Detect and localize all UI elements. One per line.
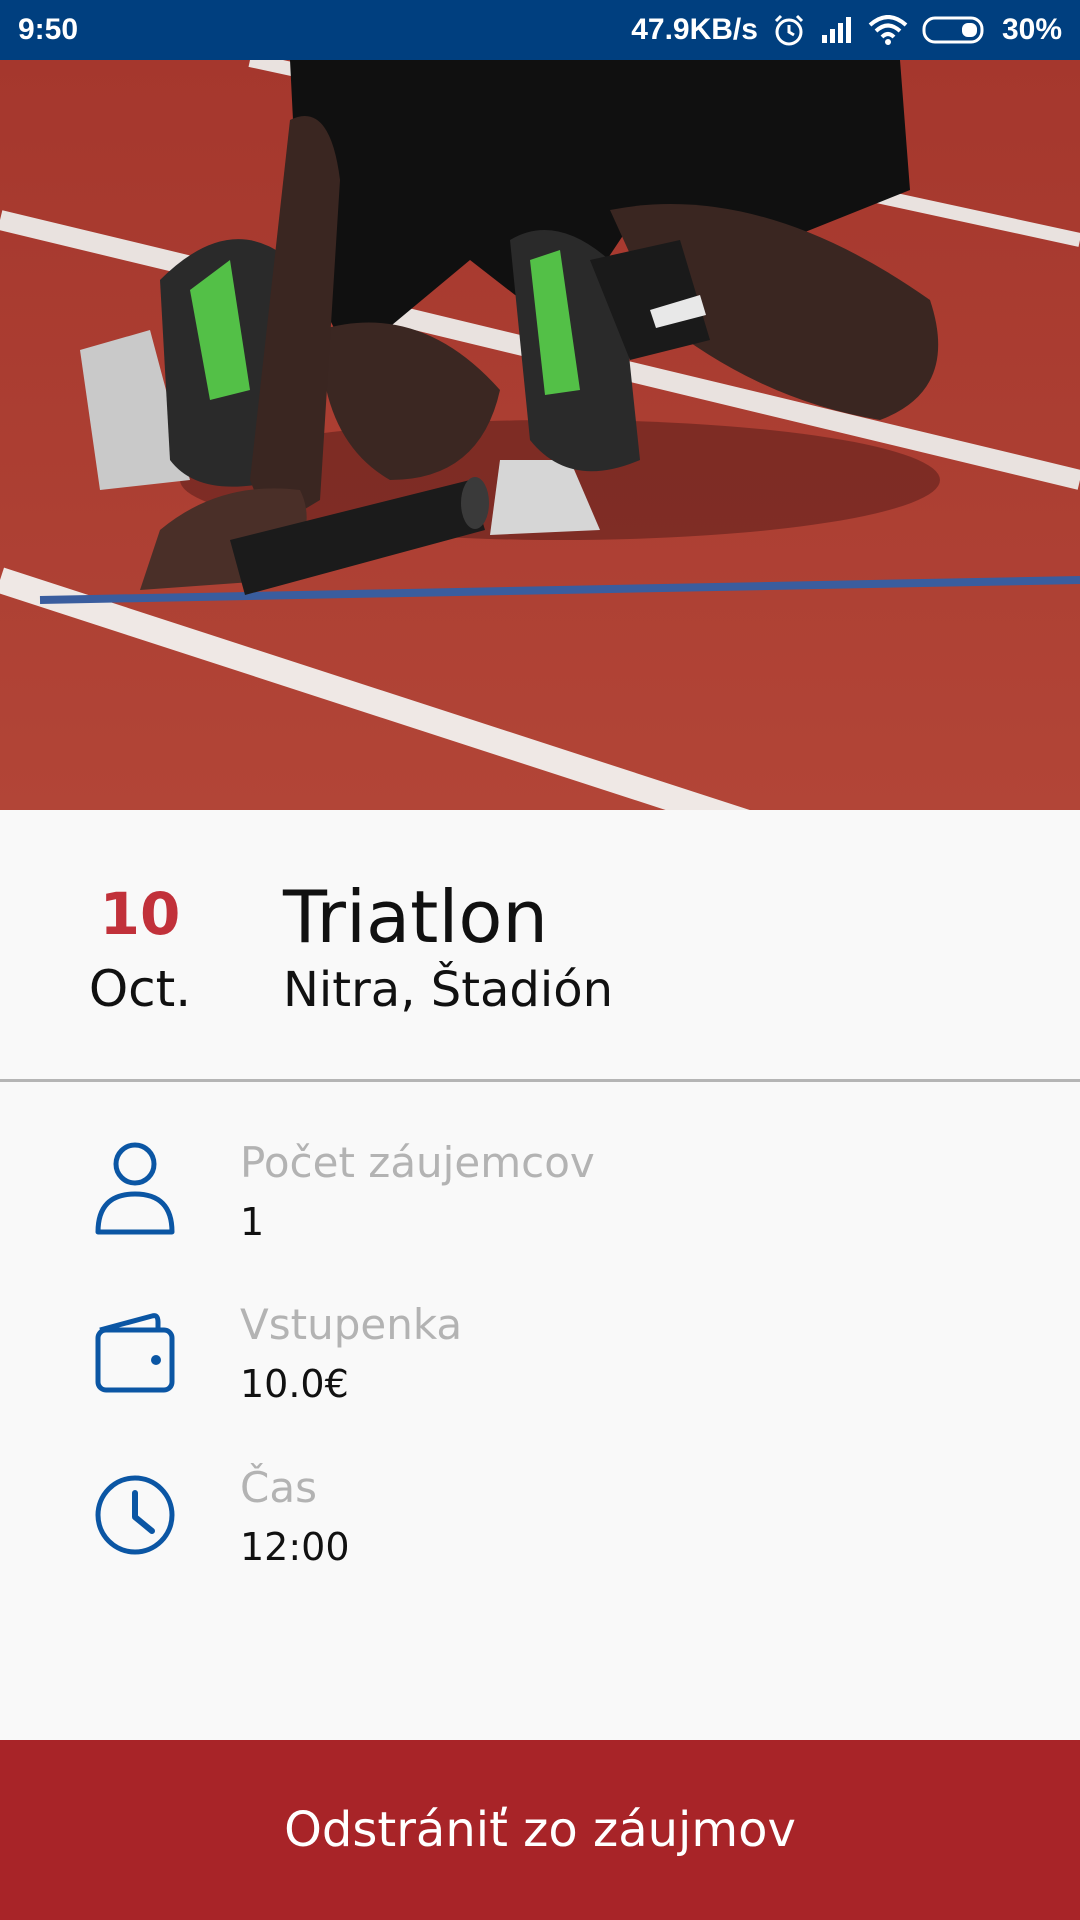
event-title: Triatlon bbox=[283, 875, 549, 959]
detail-label: Čas bbox=[240, 1463, 317, 1512]
remove-from-interests-button[interactable]: Odstrániť zo záujmov bbox=[0, 1740, 1080, 1920]
section-divider bbox=[0, 1079, 1080, 1082]
detail-row-ticket: Vstupenka 10.0€ bbox=[0, 1300, 1080, 1440]
battery-icon bbox=[922, 15, 988, 45]
network-speed: 47.9KB/s bbox=[631, 13, 758, 46]
signal-icon bbox=[820, 15, 854, 45]
wifi-icon bbox=[868, 15, 908, 45]
status-indicators: 47.9KB/s 30% bbox=[631, 13, 1062, 47]
alarm-icon bbox=[772, 13, 806, 47]
detail-label: Počet záujemcov bbox=[240, 1138, 595, 1187]
event-header: 10 Oct. Triatlon Nitra, Štadión bbox=[0, 810, 1080, 1080]
event-date-day: 10 bbox=[99, 880, 181, 948]
person-icon bbox=[92, 1138, 178, 1238]
detail-value: 10.0€ bbox=[240, 1362, 349, 1406]
status-bar: 9:50 47.9KB/s 30% bbox=[0, 0, 1080, 60]
event-hero-image bbox=[0, 60, 1080, 810]
status-time: 9:50 bbox=[18, 13, 79, 46]
detail-label: Vstupenka bbox=[240, 1300, 463, 1349]
detail-row-interested: Počet záujemcov 1 bbox=[0, 1138, 1080, 1278]
battery-percent: 30% bbox=[1001, 13, 1062, 46]
event-location: Nitra, Štadión bbox=[283, 962, 614, 1018]
event-date-month: Oct. bbox=[88, 960, 192, 1018]
wallet-icon bbox=[92, 1300, 178, 1400]
clock-icon bbox=[92, 1463, 178, 1563]
detail-row-time: Čas 12:00 bbox=[0, 1463, 1080, 1603]
detail-value: 1 bbox=[240, 1200, 265, 1244]
detail-value: 12:00 bbox=[240, 1525, 350, 1569]
